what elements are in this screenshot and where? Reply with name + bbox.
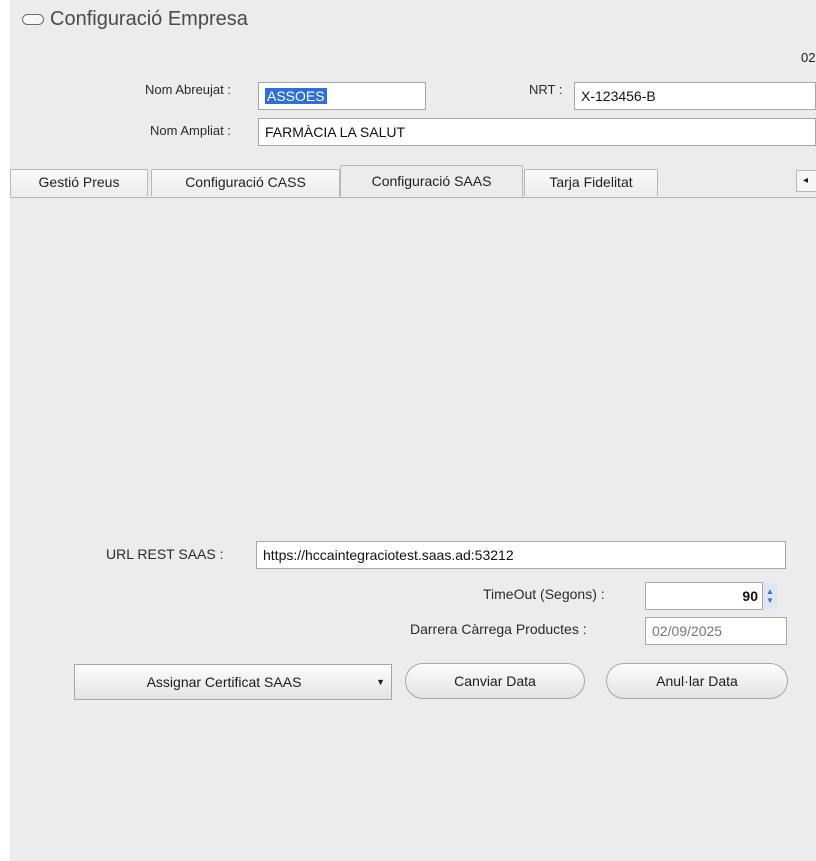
- tab-divider: [10, 197, 816, 198]
- spin-up-icon[interactable]: ▲: [766, 587, 774, 596]
- tab-configuracio-cass[interactable]: Configuració CASS: [151, 169, 340, 196]
- nom-abreujat-field[interactable]: ASSOES: [258, 82, 426, 110]
- cancel-date-button[interactable]: Anul·lar Data: [606, 663, 788, 699]
- nrt-field[interactable]: X-123456-B: [574, 82, 816, 110]
- corner-text: 02: [801, 50, 816, 65]
- timeout-spinner[interactable]: ▲ ▼: [763, 583, 777, 609]
- dropdown-arrow-icon: ▼: [376, 677, 385, 687]
- tab-tarja-fidelitat[interactable]: Tarja Fidelitat: [524, 169, 658, 196]
- tab-gestio-preus[interactable]: Gestió Preus: [10, 169, 148, 196]
- spin-down-icon[interactable]: ▼: [766, 596, 774, 605]
- darrera-carrega-field[interactable]: 02/09/2025: [645, 617, 787, 645]
- darrera-carrega-label: Darrera Càrrega Productes :: [410, 621, 587, 637]
- tab-configuracio-saas[interactable]: Configuració SAAS: [340, 165, 523, 197]
- assign-cert-button[interactable]: Assignar Certificat SAAS ▼: [74, 664, 392, 700]
- window-pill-icon: [22, 13, 44, 25]
- timeout-field[interactable]: 90: [645, 582, 763, 610]
- nom-ampliat-label: Nom Ampliat :: [150, 123, 231, 138]
- assign-cert-label: Assignar Certificat SAAS: [146, 674, 302, 690]
- nom-abreujat-value: ASSOES: [265, 88, 327, 104]
- nom-ampliat-field[interactable]: FARMÀCIA LA SALUT: [258, 118, 816, 146]
- tab-bar: Gestió Preus Configuració CASS Configura…: [10, 165, 816, 197]
- change-date-button[interactable]: Canviar Data: [405, 663, 585, 699]
- url-rest-saas-label: URL REST SAAS :: [106, 546, 224, 562]
- timeout-label: TimeOut (Segons) :: [483, 586, 605, 602]
- tab-scroll-left-icon[interactable]: ◂: [796, 170, 816, 192]
- window-title-bar: Configuració Empresa: [22, 6, 248, 32]
- window-title: Configuració Empresa: [50, 7, 248, 30]
- nom-abreujat-label: Nom Abreujat :: [145, 82, 231, 97]
- url-rest-saas-field[interactable]: https://hccaintegraciotest.saas.ad:53212: [256, 541, 786, 569]
- nrt-label: NRT :: [529, 82, 563, 97]
